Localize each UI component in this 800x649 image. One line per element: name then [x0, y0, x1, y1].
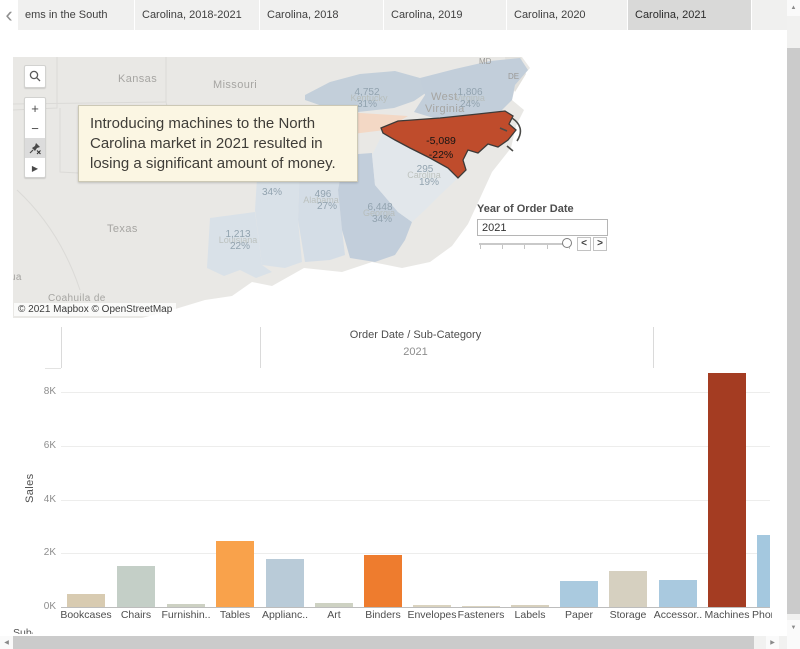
- story-tab-bar: ‹ ems in the South Carolina, 2018-2021 C…: [0, 0, 787, 30]
- year-filter-slider[interactable]: [479, 243, 571, 245]
- bar-machines[interactable]: [708, 373, 746, 607]
- clipped-footer-text: Sub-Category: [13, 627, 33, 634]
- y-tick-label: 0K: [30, 601, 56, 612]
- kentucky-value-label: 4,752: [354, 87, 379, 98]
- bar-tables[interactable]: [216, 541, 254, 607]
- map-label-kansas: Kansas: [118, 73, 157, 85]
- scrollbar-corner: [787, 636, 800, 649]
- north-carolina-value-label: -5,089: [426, 135, 456, 147]
- scroll-right-button[interactable]: ▶: [766, 636, 779, 649]
- year-next-button[interactable]: >: [593, 237, 607, 251]
- alabama-value-label: 496: [315, 189, 332, 200]
- gridline: [61, 500, 770, 501]
- vertical-scrollbar[interactable]: ▲ ▼: [787, 0, 800, 636]
- y-tick-label: 8K: [30, 386, 56, 397]
- georgia-pct-label: 34%: [372, 214, 392, 225]
- x-axis-labels: BookcasesChairsFurnishin..TablesApplianc…: [61, 609, 772, 624]
- map-zoom-controls: + − ▶: [24, 97, 46, 178]
- tab-items-in-the-south[interactable]: ems in the South: [18, 0, 134, 30]
- bar-bookcases[interactable]: [67, 594, 105, 607]
- vertical-scrollbar-thumb[interactable]: [787, 48, 800, 614]
- tab-carolina-2019[interactable]: Carolina, 2019: [384, 0, 506, 30]
- chart-title: Order Date / Sub-Category: [61, 329, 770, 341]
- year-filter-input[interactable]: 2021: [477, 219, 608, 236]
- map-zoom-out-button[interactable]: −: [25, 118, 45, 138]
- alabama-pct-label: 27%: [317, 201, 337, 212]
- scroll-left-button[interactable]: ◀: [0, 636, 13, 649]
- gridline: [61, 553, 770, 554]
- north-carolina-pct-label: -22%: [429, 149, 454, 161]
- x-category-label: Phone: [752, 609, 772, 621]
- year-filter-label: Year of Order Date: [477, 203, 574, 215]
- search-icon: [25, 66, 45, 87]
- tab-carolina-2018[interactable]: Carolina, 2018: [260, 0, 383, 30]
- bar-accessor-[interactable]: [659, 580, 697, 607]
- map-label-missouri: Missouri: [213, 79, 257, 91]
- tab-carolina-2021[interactable]: Carolina, 2021: [628, 0, 751, 30]
- scroll-down-button[interactable]: ▼: [787, 620, 800, 636]
- y-tick-label: 4K: [30, 494, 56, 505]
- story-nav-back-button[interactable]: ‹: [1, 2, 17, 28]
- tab-carolina-2018-2021[interactable]: Carolina, 2018-2021: [135, 0, 259, 30]
- map-label-de: DE: [508, 72, 519, 81]
- virginia-pct-label: 24%: [460, 99, 480, 110]
- chart-pane: [61, 368, 770, 607]
- bar-paper[interactable]: [560, 581, 598, 607]
- map-label-texas: Texas: [107, 223, 138, 235]
- georgia-value-label: 6,448: [367, 202, 392, 213]
- bar-applianc-[interactable]: [266, 559, 304, 607]
- y-tick-label: 2K: [30, 547, 56, 558]
- map-zoom-in-button[interactable]: +: [25, 98, 45, 118]
- map-attribution: © 2021 Mapbox © OpenStreetMap: [14, 303, 176, 316]
- pin-icon: [28, 141, 42, 155]
- map-label-west-virginia-1: West: [431, 91, 457, 103]
- gridline: [61, 392, 770, 393]
- south-carolina-value-label: 295: [417, 164, 434, 175]
- tab-strip-stub: [752, 0, 788, 30]
- kentucky-pct-label: 31%: [357, 99, 377, 110]
- scroll-up-button[interactable]: ▲: [787, 0, 800, 16]
- horizontal-scrollbar[interactable]: ◀ ▶: [0, 636, 787, 649]
- year-slider-handle[interactable]: [562, 238, 572, 248]
- y-tick-label: 6K: [30, 440, 56, 451]
- south-region-map: Kansas Missouri Texas West Virginia Coah…: [13, 57, 770, 318]
- map-label-chihuahua-fragment: nua: [13, 272, 22, 283]
- map-panel: Kansas Missouri Texas West Virginia Coah…: [13, 57, 770, 318]
- map-label-md: MD: [479, 57, 492, 66]
- bar-binders[interactable]: [364, 555, 402, 607]
- bar-phone[interactable]: [757, 535, 770, 607]
- south-carolina-pct-label: 19%: [419, 177, 439, 188]
- chart-subtitle: 2021: [61, 346, 770, 358]
- tab-carolina-2020[interactable]: Carolina, 2020: [507, 0, 627, 30]
- annotation-box[interactable]: Introducing machines to the North Caroli…: [78, 105, 358, 182]
- x-axis-line: [61, 607, 770, 608]
- map-pin-button[interactable]: [25, 138, 45, 158]
- bar-storage[interactable]: [609, 571, 647, 607]
- horizontal-scrollbar-thumb[interactable]: [13, 636, 754, 649]
- mississippi-pct-label: 34%: [262, 187, 282, 198]
- gridline: [61, 446, 770, 447]
- louisiana-value-label: 1,213: [225, 229, 250, 240]
- map-toolbar-expand-button[interactable]: ▶: [25, 158, 45, 178]
- map-search-button[interactable]: [24, 65, 46, 88]
- year-prev-button[interactable]: <: [577, 237, 591, 251]
- louisiana-pct-label: 22%: [230, 241, 250, 252]
- virginia-value-label: 1,806: [457, 87, 482, 98]
- bar-chairs[interactable]: [117, 566, 155, 607]
